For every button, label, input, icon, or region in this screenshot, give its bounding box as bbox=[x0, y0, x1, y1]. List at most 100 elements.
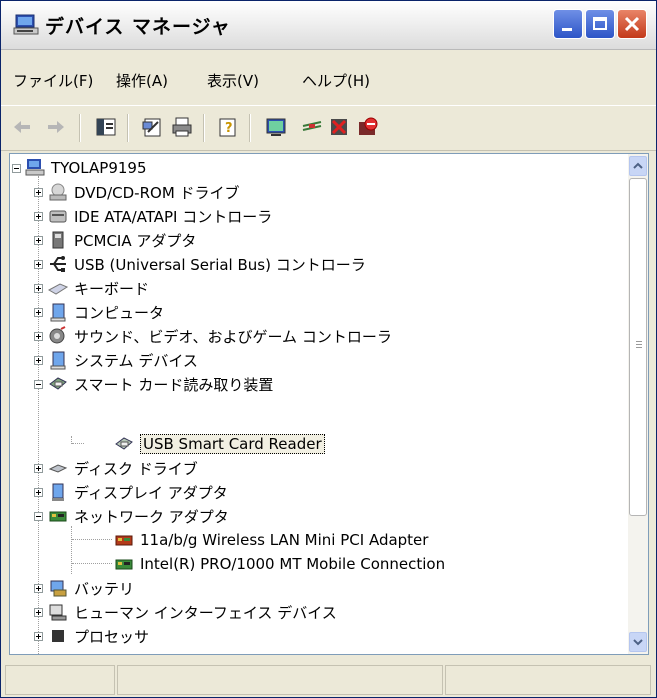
menu-view[interactable]: 表示(V) bbox=[207, 70, 259, 91]
tree-node-dvd[interactable]: DVD/CD-ROM ドライブ bbox=[34, 180, 240, 204]
expand-toggle[interactable] bbox=[34, 631, 43, 641]
scroll-thumb[interactable] bbox=[629, 178, 647, 516]
computer-icon bbox=[25, 159, 45, 176]
battery-icon bbox=[50, 580, 67, 597]
computer-node-icon bbox=[50, 303, 66, 322]
collapse-toggle[interactable] bbox=[34, 511, 43, 521]
close-icon bbox=[624, 16, 640, 32]
network-adapter-icon bbox=[49, 511, 67, 522]
tree-node-label: キーボード bbox=[74, 279, 150, 298]
properties-icon[interactable] bbox=[141, 116, 163, 138]
tree-node-pcmcia[interactable]: PCMCIA アダプタ bbox=[34, 228, 196, 252]
uninstall-icon[interactable] bbox=[329, 116, 351, 138]
tree-node-display[interactable]: ディスプレイ アダプタ bbox=[34, 480, 228, 504]
keyboard-icon bbox=[48, 283, 68, 295]
tree-node-computer[interactable]: コンピュータ bbox=[34, 300, 164, 324]
toolbar-separator bbox=[203, 114, 205, 142]
status-cell bbox=[5, 665, 115, 695]
tree-node-label: IDE ATA/ATAPI コントローラ bbox=[74, 207, 273, 226]
tree-node-label: ディスク ドライブ bbox=[74, 459, 198, 478]
tree-node-smartcard[interactable]: スマート カード読み取り装置 bbox=[34, 372, 273, 396]
chevron-down-icon bbox=[633, 639, 643, 646]
menu-help[interactable]: ヘルプ(H) bbox=[302, 70, 370, 91]
system-device-icon bbox=[50, 351, 66, 370]
expand-toggle[interactable] bbox=[34, 259, 43, 269]
maximize-button[interactable] bbox=[585, 9, 615, 39]
help-icon[interactable]: ? bbox=[217, 116, 239, 138]
expand-toggle[interactable] bbox=[34, 235, 43, 245]
tree-node-processor[interactable]: プロセッサ bbox=[34, 624, 149, 648]
tree-root-label: TYOLAP9195 bbox=[51, 159, 147, 177]
network-adapter-icon bbox=[115, 535, 133, 546]
sound-icon bbox=[49, 326, 66, 344]
menu-action[interactable]: 操作(A) bbox=[116, 70, 168, 91]
processor-icon bbox=[52, 630, 64, 642]
expand-toggle[interactable] bbox=[34, 307, 43, 317]
network-adapter-icon bbox=[115, 559, 133, 570]
back-icon[interactable] bbox=[11, 116, 33, 138]
toolbar-separator bbox=[249, 114, 251, 142]
collapse-toggle[interactable] bbox=[12, 163, 21, 173]
tree-child-label: USB Smart Card Reader bbox=[140, 434, 325, 454]
tree-node-usb[interactable]: USB (Universal Serial Bus) コントローラ bbox=[34, 252, 366, 276]
toolbar-separator bbox=[127, 114, 129, 142]
disk-drive-icon bbox=[48, 464, 68, 473]
disable-icon[interactable] bbox=[357, 116, 379, 138]
expand-toggle[interactable] bbox=[34, 463, 43, 473]
expand-toggle[interactable] bbox=[34, 211, 43, 221]
toolbar: ? bbox=[1, 105, 656, 151]
tree-node-label: システム デバイス bbox=[74, 351, 198, 370]
expand-toggle[interactable] bbox=[34, 607, 43, 617]
tree-root[interactable]: TYOLAP9195 bbox=[12, 156, 147, 180]
tree-node-network[interactable]: ネットワーク アダプタ bbox=[34, 504, 229, 528]
toolbar-separator bbox=[79, 114, 81, 142]
close-button[interactable] bbox=[617, 9, 647, 39]
tree-node-label: DVD/CD-ROM ドライブ bbox=[74, 183, 240, 202]
scan-hardware-icon[interactable] bbox=[265, 116, 287, 138]
forward-icon[interactable] bbox=[45, 116, 67, 138]
tree-node-label: PCMCIA アダプタ bbox=[74, 231, 197, 250]
device-tree: TYOLAP9195 DVD/CD-ROM ドライブ IDE ATA/ATAPI… bbox=[10, 154, 628, 654]
expand-toggle[interactable] bbox=[34, 583, 43, 593]
tree-node-battery[interactable]: バッテリ bbox=[34, 576, 134, 600]
tree-node-sound[interactable]: サウンド、ビデオ、およびゲーム コントローラ bbox=[34, 324, 392, 348]
tree-node-hid[interactable]: ヒューマン インターフェイス デバイス bbox=[34, 600, 337, 624]
tree-node-label: ヒューマン インターフェイス デバイス bbox=[74, 603, 337, 622]
tree-child-intel-pro[interactable]: Intel(R) PRO/1000 MT Mobile Connection bbox=[114, 552, 445, 576]
tree-node-ide[interactable]: IDE ATA/ATAPI コントローラ bbox=[34, 204, 272, 228]
tree-node-keyboard[interactable]: キーボード bbox=[34, 276, 149, 300]
expand-toggle[interactable] bbox=[34, 187, 43, 197]
menu-bar: ファイル(F) 操作(A) 表示(V) ヘルプ(H) bbox=[1, 63, 656, 99]
hid-icon bbox=[49, 604, 67, 621]
tree-node-label: スマート カード読み取り装置 bbox=[74, 375, 274, 394]
expand-toggle[interactable] bbox=[34, 331, 43, 341]
usb-icon bbox=[50, 256, 66, 272]
tree-child-usb-smart-card-reader[interactable]: USB Smart Card Reader bbox=[114, 432, 325, 456]
expand-toggle[interactable] bbox=[34, 283, 43, 293]
device-manager-window: デバイス マネージャ ファイル(F) 操作(A) 表示(V) ヘルプ(H) ? … bbox=[0, 0, 657, 698]
collapse-toggle[interactable] bbox=[34, 379, 43, 389]
svg-text:?: ? bbox=[225, 121, 233, 136]
tree-node-label: ネットワーク アダプタ bbox=[74, 507, 229, 526]
tree-child-wireless-lan[interactable]: 11a/b/g Wireless LAN Mini PCI Adapter bbox=[114, 528, 428, 552]
expand-toggle[interactable] bbox=[34, 355, 43, 365]
tree-node-system[interactable]: システム デバイス bbox=[34, 348, 198, 372]
scroll-down-button[interactable] bbox=[629, 632, 647, 652]
dvd-drive-icon bbox=[49, 183, 67, 201]
status-bar bbox=[1, 661, 656, 697]
menu-file[interactable]: ファイル(F) bbox=[13, 70, 93, 91]
minimize-button[interactable] bbox=[553, 9, 583, 39]
title-bar[interactable]: デバイス マネージャ bbox=[1, 1, 656, 50]
chevron-up-icon bbox=[633, 162, 643, 169]
tree-node-disk[interactable]: ディスク ドライブ bbox=[34, 456, 198, 480]
expand-toggle[interactable] bbox=[34, 487, 43, 497]
tree-node-label: コンピュータ bbox=[74, 303, 165, 322]
scroll-up-button[interactable] bbox=[629, 156, 647, 176]
print-icon[interactable] bbox=[171, 116, 193, 138]
properties-pane-icon[interactable] bbox=[95, 116, 117, 138]
device-tree-pane: TYOLAP9195 DVD/CD-ROM ドライブ IDE ATA/ATAPI… bbox=[9, 153, 649, 655]
vertical-scrollbar[interactable] bbox=[628, 154, 648, 654]
update-driver-icon[interactable] bbox=[301, 116, 323, 138]
pcmcia-icon bbox=[52, 231, 64, 249]
display-adapter-icon bbox=[52, 483, 64, 501]
